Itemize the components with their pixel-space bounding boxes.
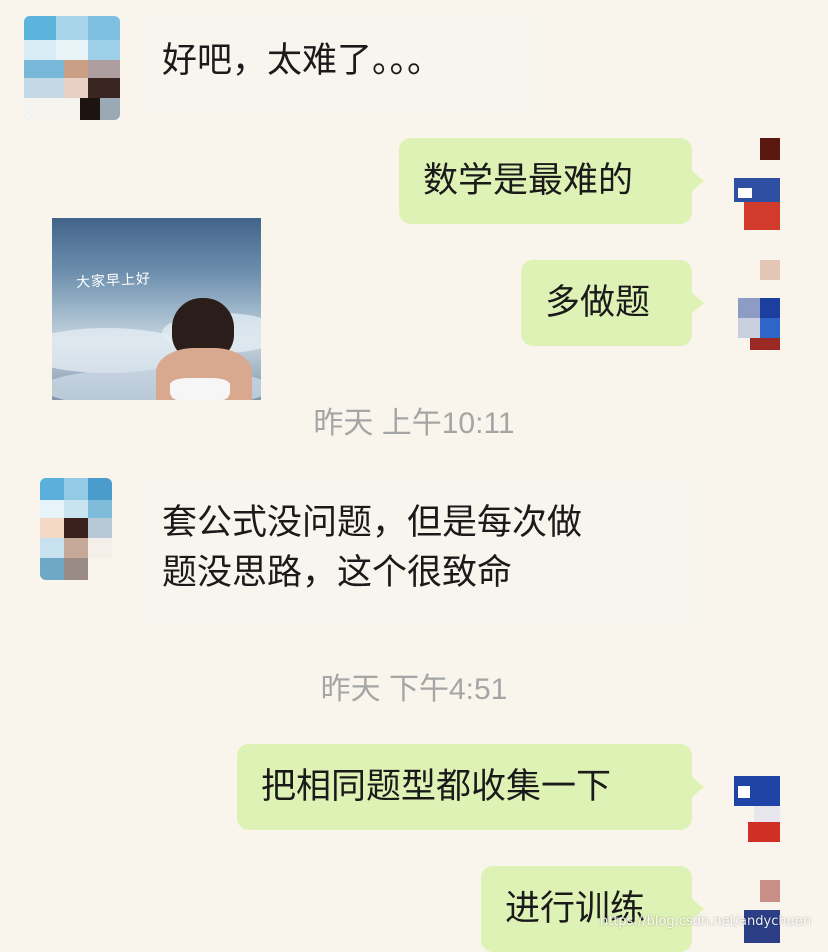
my-avatar[interactable] (734, 260, 780, 352)
avatar-pixel (88, 78, 120, 98)
message-text: 多做题 (545, 283, 651, 323)
avatar-pixel (88, 500, 112, 518)
watermark-text: https://blog.csdn.net/andychuen (600, 914, 812, 929)
avatar-pixel (750, 338, 780, 350)
message-text: 把相同题型都收集一下 (261, 767, 612, 807)
avatar-pixel (56, 40, 88, 60)
avatar-pixel (88, 60, 120, 78)
avatar-pixel (738, 318, 760, 338)
timestamp: 昨天 下午4:51 (320, 673, 508, 706)
avatar-pixel (760, 298, 780, 318)
avatar-pixel (88, 478, 112, 500)
my-avatar[interactable] (734, 766, 780, 842)
message-bubble-sent[interactable]: 数学是最难的 (399, 138, 704, 224)
avatar-pixel (24, 16, 56, 40)
avatar-pixel (88, 558, 112, 580)
avatar-pixel (88, 538, 112, 558)
message-bubble-sent[interactable]: 把相同题型都收集一下 (237, 744, 704, 830)
message-bubble-received[interactable]: 好吧，太难了。。。 (140, 14, 540, 114)
avatar-pixel (738, 188, 752, 198)
message-bubble-sent[interactable]: 多做题 (521, 260, 704, 346)
avatar-pixel (24, 98, 80, 120)
avatar-pixel (24, 60, 64, 78)
avatar-pixel (40, 518, 64, 538)
avatar-pixel (64, 558, 88, 580)
sticker-image[interactable]: 大家早上好 (52, 218, 261, 400)
avatar-pixel (40, 558, 64, 580)
avatar-pixel (64, 60, 88, 78)
avatar-pixel (748, 822, 780, 842)
message-bubble-sent[interactable]: 进行训练 (481, 866, 704, 952)
avatar-pixel (744, 202, 780, 230)
swimsuit-shape (170, 378, 230, 400)
avatar-pixel (760, 880, 780, 902)
message-text-line-1: 套公式没问题，但是每次做 (162, 503, 583, 543)
avatar-pixel (88, 40, 120, 60)
timestamp: 昨天 上午10:11 (313, 407, 515, 440)
avatar-pixel (64, 538, 88, 558)
avatar-pixel (80, 98, 100, 120)
avatar-pixel (64, 78, 88, 98)
sticker-caption: 大家早上好 (75, 271, 152, 291)
avatar-pixel (40, 538, 64, 558)
contact-avatar[interactable] (24, 16, 120, 120)
avatar-pixel (64, 500, 88, 518)
avatar-pixel (64, 518, 88, 538)
my-avatar[interactable] (734, 880, 780, 943)
avatar-pixel (64, 478, 88, 500)
avatar-pixel (24, 78, 64, 98)
message-text: 数学是最难的 (423, 161, 634, 201)
avatar-pixel (760, 138, 780, 160)
avatar-pixel (100, 98, 120, 120)
avatar-pixel (88, 518, 112, 538)
avatar-pixel (760, 318, 780, 338)
avatar-pixel (760, 260, 780, 280)
avatar-pixel (40, 478, 64, 500)
message-bubble-received[interactable]: 套公式没问题，但是每次做 题没思路，这个很致命 (140, 478, 700, 628)
message-text: 好吧，太难了。。。 (162, 41, 443, 81)
avatar-pixel (24, 40, 56, 60)
avatar-pixel (738, 786, 750, 798)
avatar-pixel (754, 806, 780, 822)
avatar-pixel (40, 500, 64, 518)
avatar-pixel (738, 298, 760, 318)
my-avatar[interactable] (734, 138, 780, 230)
message-text-line-2: 题没思路，这个很致命 (162, 553, 513, 593)
avatar-pixel (88, 16, 120, 40)
avatar-pixel (56, 16, 88, 40)
contact-avatar[interactable] (40, 478, 112, 580)
